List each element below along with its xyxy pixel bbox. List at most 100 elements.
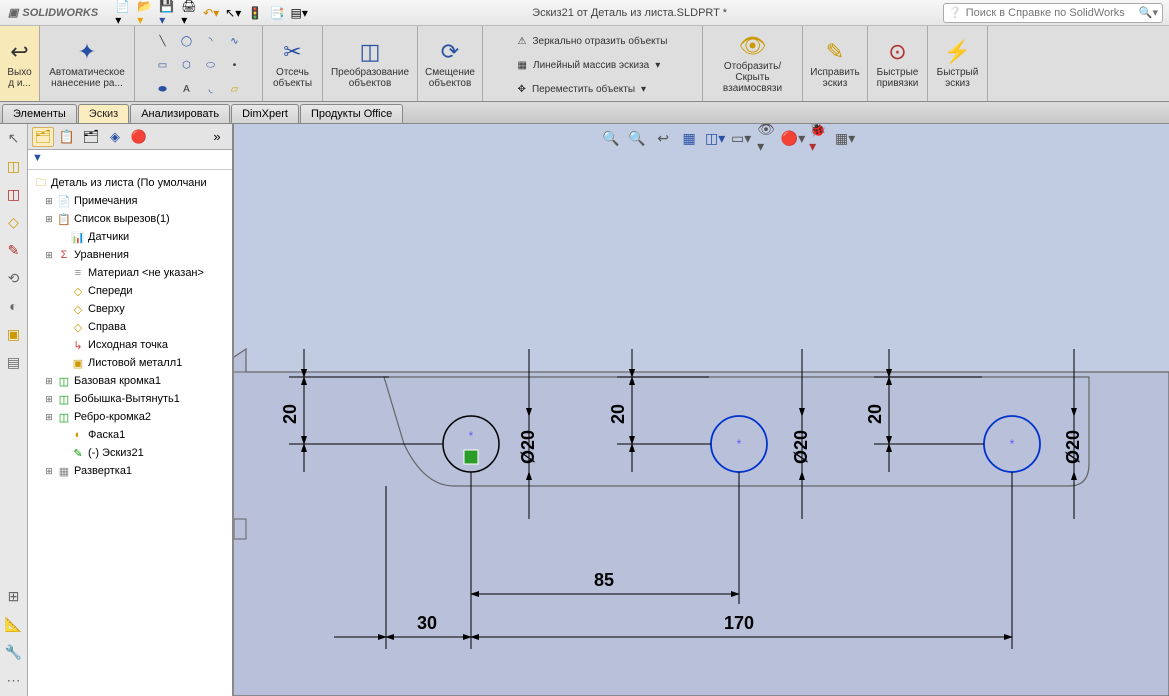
qat-undo-icon[interactable]: ↶▾ [202, 4, 220, 22]
text-tool-icon[interactable]: A [176, 78, 198, 100]
qat-options-icon[interactable]: 📑 [268, 4, 286, 22]
fillet-tool-icon[interactable]: ◟ [200, 78, 222, 100]
rect-tool-icon[interactable]: ▭ [152, 54, 174, 76]
pattern-button[interactable]: ▦Линейный массив эскиза▾ [515, 54, 671, 76]
center-point-3[interactable]: * [1010, 437, 1015, 451]
tab-evaluate[interactable]: Анализировать [130, 104, 230, 123]
tree-item-15[interactable]: ⊞▦Развертка1 [30, 462, 230, 480]
smart-dimension-button[interactable]: ✦ Автоматическое нанесение ра... [40, 26, 135, 101]
point-tool-icon[interactable]: • [224, 54, 246, 76]
tree-item-6[interactable]: ◇Сверху [30, 300, 230, 318]
spline-tool-icon[interactable]: ∿ [224, 30, 246, 52]
tree-twisty-icon[interactable]: ⊞ [44, 196, 54, 207]
tree-item-10[interactable]: ⊞◫Базовая кромка1 [30, 372, 230, 390]
search-input[interactable] [966, 7, 1135, 19]
help-search[interactable]: ❔ 🔍▾ [943, 3, 1163, 23]
vtool-7-icon[interactable]: ◐ [4, 296, 24, 316]
graphics-viewport[interactable]: 🔍 🔍 ↩ ▦ ◫▾ ▭▾ 👁▾ 🔴▾ 🐞▾ ▦▾ [234, 124, 1169, 696]
tab-features[interactable]: Элементы [2, 104, 77, 123]
tree-twisty-icon[interactable]: ⊞ [44, 394, 54, 405]
tree-twisty-icon[interactable]: ⊞ [44, 466, 54, 477]
tree-item-0[interactable]: ⊞📄Примечания [30, 192, 230, 210]
move-button[interactable]: ✥Переместить объекты▾ [515, 78, 671, 100]
line-tool-icon[interactable]: ╲ [152, 30, 174, 52]
convert-button[interactable]: ◫ Преобразование объектов [323, 26, 418, 101]
fm-tab-dim-icon[interactable]: ◈ [104, 127, 126, 147]
plane-tool-icon[interactable]: ▱ [224, 78, 246, 100]
qat-extra-icon[interactable]: ▤▾ [290, 4, 308, 22]
tree-twisty-icon[interactable]: ⊞ [44, 412, 54, 423]
fm-tab-tree-icon[interactable]: 🗂 [32, 127, 54, 147]
dim-20-3[interactable]: 20 [865, 404, 885, 424]
tab-dimxpert[interactable]: DimXpert [231, 104, 299, 123]
dim-dia-2[interactable]: Ø20 [791, 430, 811, 464]
vtool-b1-icon[interactable]: ⊞ [4, 586, 24, 606]
dim-30[interactable]: 30 [417, 613, 437, 633]
tree-twisty-icon[interactable]: ⊞ [44, 376, 54, 387]
fm-tab-prop-icon[interactable]: 📋 [56, 127, 78, 147]
qat-open-icon[interactable]: 📂▾ [136, 4, 154, 22]
tree-twisty-icon[interactable]: ⊞ [44, 214, 54, 225]
vtool-2-icon[interactable]: ◫ [4, 156, 24, 176]
vtool-6-icon[interactable]: ⟲ [4, 268, 24, 288]
tab-sketch[interactable]: Эскиз [78, 104, 129, 123]
tree-item-5[interactable]: ◇Спереди [30, 282, 230, 300]
fm-tab-render-icon[interactable]: 🔴 [128, 127, 150, 147]
dim-85[interactable]: 85 [594, 570, 614, 590]
tree-item-3[interactable]: ⊞ΣУравнения [30, 246, 230, 264]
dim-dia-3[interactable]: Ø20 [1063, 430, 1083, 464]
vtool-b3-icon[interactable]: 🔧 [4, 642, 24, 662]
dim-20-2[interactable]: 20 [608, 404, 628, 424]
vtool-4-icon[interactable]: ◇ [4, 212, 24, 232]
qat-rebuild-icon[interactable]: 🚦 [246, 4, 264, 22]
tree-root[interactable]: 🗀 Деталь из листа (По умолчани [30, 174, 230, 192]
qat-save-icon[interactable]: 💾▾ [158, 4, 176, 22]
offset-button[interactable]: ⟳ Смещение объектов [418, 26, 483, 101]
dim-dia-1[interactable]: Ø20 [518, 430, 538, 464]
relations-button[interactable]: 👁 Отобразить/Скрыть взаимосвязи [703, 26, 803, 101]
tree-twisty-icon[interactable]: ⊞ [44, 250, 54, 261]
slot-tool-icon[interactable]: ⬬ [152, 78, 174, 100]
dim-20-1[interactable]: 20 [280, 404, 300, 424]
vtool-b2-icon[interactable]: 📐 [4, 614, 24, 634]
search-submit-icon[interactable]: 🔍▾ [1139, 6, 1158, 19]
dim-170[interactable]: 170 [724, 613, 754, 633]
qat-print-icon[interactable]: 🖨▾ [180, 4, 198, 22]
poly-tool-icon[interactable]: ⬡ [176, 54, 198, 76]
tree-item-2[interactable]: 📊Датчики [30, 228, 230, 246]
qat-select-icon[interactable]: ↖▾ [224, 4, 242, 22]
tree-item-8[interactable]: ↳Исходная точка [30, 336, 230, 354]
vtool-b4-icon[interactable]: ⋯ [4, 670, 24, 690]
mirror-button[interactable]: ⚠Зеркально отразить объекты [515, 30, 671, 52]
qat-new-icon[interactable]: 📄▾ [114, 4, 132, 22]
center-point-1[interactable]: * [469, 429, 474, 443]
fm-expand-icon[interactable]: » [206, 127, 228, 147]
fm-filter-row[interactable]: ▼ [28, 150, 232, 170]
tab-office[interactable]: Продукты Office [300, 104, 403, 123]
vtool-8-icon[interactable]: ▣ [4, 324, 24, 344]
exit-sketch-button[interactable]: ↩ Выхо д и... [0, 26, 40, 101]
vtool-5-icon[interactable]: ✎ [4, 240, 24, 260]
tree-item-12[interactable]: ⊞◫Ребро-кромка2 [30, 408, 230, 426]
repair-button[interactable]: ✎ Исправить эскиз [803, 26, 868, 101]
snaps-button[interactable]: ⊙ Быстрые привязки [868, 26, 928, 101]
rapid-sketch-button[interactable]: ⚡ Быстрый эскиз [928, 26, 988, 101]
vtool-1-icon[interactable]: ↖ [4, 128, 24, 148]
fm-tab-config-icon[interactable]: 🗂 [80, 127, 102, 147]
coincident-relation-icon[interactable] [464, 450, 478, 464]
tree-item-9[interactable]: ▣Листовой металл1 [30, 354, 230, 372]
tree-item-11[interactable]: ⊞◫Бобышка-Вытянуть1 [30, 390, 230, 408]
tree-item-4[interactable]: ≡Материал <не указан> [30, 264, 230, 282]
ellipse-tool-icon[interactable]: ⬭ [200, 54, 222, 76]
trim-button[interactable]: ✂ Отсечь объекты [263, 26, 323, 101]
vtool-9-icon[interactable]: ▤ [4, 352, 24, 372]
part-flange-face[interactable] [384, 377, 1089, 486]
circle-tool-icon[interactable]: ◯ [176, 30, 198, 52]
arc-tool-icon[interactable]: ◝ [200, 30, 222, 52]
center-point-2[interactable]: * [737, 437, 742, 451]
tree-item-13[interactable]: ◐Фаска1 [30, 426, 230, 444]
tree-item-7[interactable]: ◇Справа [30, 318, 230, 336]
vtool-3-icon[interactable]: ◫ [4, 184, 24, 204]
tree-item-1[interactable]: ⊞📋Список вырезов(1) [30, 210, 230, 228]
sketch-canvas[interactable]: * * * 20 Ø20 20 [234, 124, 1169, 696]
